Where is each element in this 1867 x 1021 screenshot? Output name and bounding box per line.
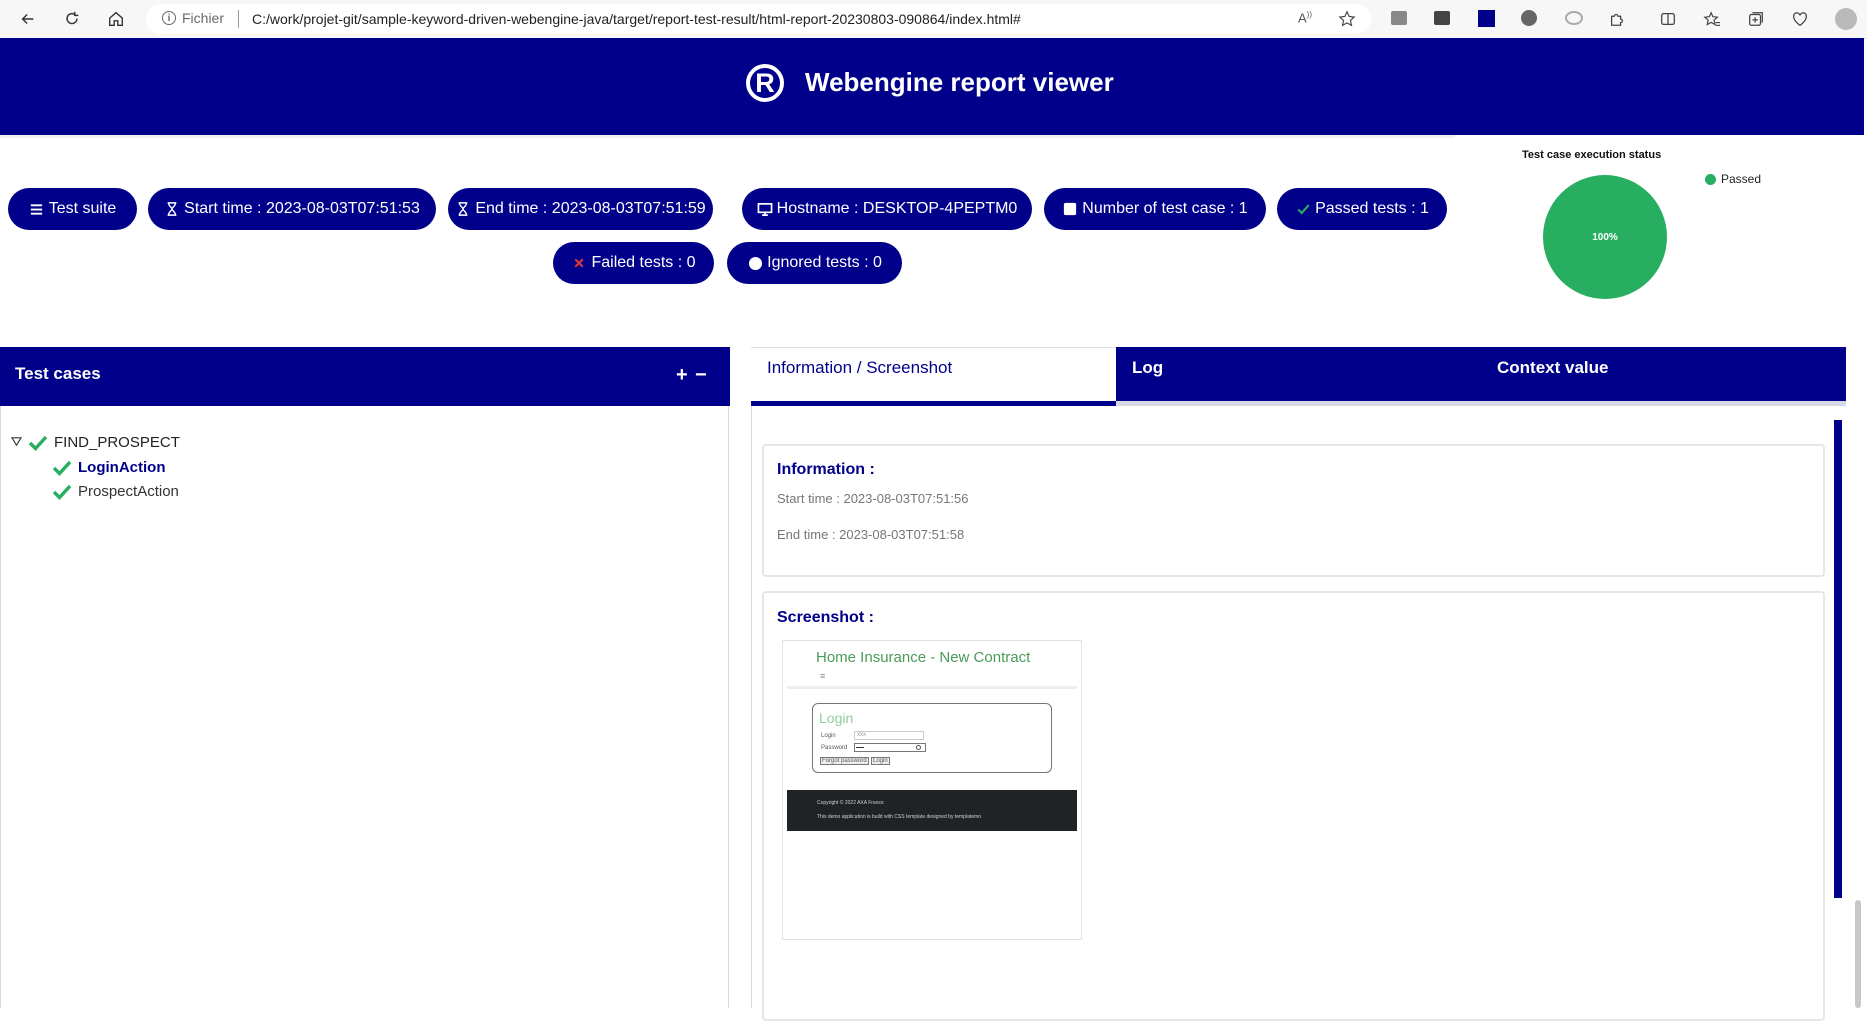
- hostname-badge: Hostname : DESKTOP-4PEPTM0: [742, 188, 1032, 230]
- profile-avatar[interactable]: [1835, 8, 1857, 30]
- thumb-footer-note: This demo application is build with CSS …: [817, 814, 981, 820]
- circle-icon: [747, 255, 763, 271]
- home-icon[interactable]: [103, 6, 129, 32]
- site-info[interactable]: i Fichier: [162, 10, 224, 26]
- expand-all-button[interactable]: +: [676, 364, 688, 387]
- thumb-footer-copyright: Copyright © 2022 AXA France: [817, 800, 884, 806]
- cross-icon: [571, 255, 587, 271]
- desktop-icon: [757, 201, 773, 217]
- menu-bars-icon: [29, 201, 45, 217]
- test-suite-button[interactable]: Test suite: [8, 188, 137, 230]
- extension-5-icon[interactable]: [1565, 11, 1583, 25]
- test-case-count-badge: Number of test case : 1: [1044, 188, 1266, 230]
- content-scrollbar[interactable]: [1834, 420, 1842, 898]
- chart-title: Test case execution status: [1522, 149, 1662, 161]
- security-label: Fichier: [182, 10, 225, 26]
- info-icon: i: [162, 11, 176, 25]
- failed-tests-label: Failed tests : 0: [591, 254, 696, 271]
- app-title: Webengine report viewer: [805, 67, 1114, 97]
- check-icon: [28, 435, 48, 451]
- thumb-password-label: Password: [821, 745, 848, 751]
- tree-node-label: LoginAction: [78, 459, 166, 476]
- screenshot-title: Screenshot :: [777, 609, 874, 626]
- thumb-login-title: Login: [819, 710, 854, 726]
- caret-down-icon[interactable]: [10, 434, 23, 451]
- test-suite-label: Test suite: [48, 200, 117, 217]
- thumb-password-cursor: [856, 747, 864, 748]
- thumb-footer: [787, 790, 1077, 831]
- favorite-star-icon[interactable]: [1338, 10, 1356, 28]
- passed-tests-label: Passed tests : 1: [1315, 200, 1429, 217]
- test-cases-header: [0, 347, 730, 406]
- collections-icon[interactable]: [1747, 10, 1765, 28]
- tree-node-prospect-action[interactable]: ProspectAction: [52, 483, 179, 500]
- square-icon: [1062, 201, 1078, 217]
- tree-node-label: ProspectAction: [78, 483, 179, 500]
- thumb-eye-icon: [916, 745, 921, 750]
- check-icon: [52, 484, 72, 500]
- tree-node-label: FIND_PROSPECT: [54, 434, 180, 451]
- thumb-menu-icon: ≡: [820, 671, 826, 681]
- hourglass-icon: [164, 201, 180, 217]
- start-time-badge: Start time : 2023-08-03T07:51:53: [148, 188, 436, 230]
- thumb-forgot-button: Forgot password: [820, 757, 869, 765]
- test-case-count-label: Number of test case : 1: [1082, 200, 1248, 217]
- check-icon: [1295, 201, 1311, 217]
- thumb-divider: [787, 686, 1077, 689]
- header-separator: [0, 135, 1455, 138]
- thumb-login-value: xxx: [857, 732, 866, 738]
- test-cases-title: Test cases: [15, 364, 101, 383]
- ignored-tests-badge: Ignored tests : 0: [727, 242, 902, 284]
- check-icon: [52, 460, 72, 476]
- tree-node-find-prospect[interactable]: FIND_PROSPECT: [10, 434, 180, 451]
- url-text[interactable]: C:/work/projet-git/sample-keyword-driven…: [252, 11, 1021, 27]
- tab-bar: [1116, 347, 1846, 401]
- extension-4-icon[interactable]: [1521, 10, 1537, 26]
- split-screen-icon[interactable]: [1659, 10, 1677, 28]
- information-title: Information :: [777, 461, 875, 478]
- info-end-time: End time : 2023-08-03T07:51:58: [777, 527, 965, 542]
- hostname-label: Hostname : DESKTOP-4PEPTM0: [776, 200, 1018, 217]
- favorites-icon[interactable]: [1703, 10, 1721, 28]
- performance-heart-icon[interactable]: [1791, 10, 1809, 28]
- page-scrollbar-thumb[interactable]: [1855, 900, 1861, 1008]
- registered-logo-icon: R: [746, 64, 784, 102]
- failed-tests-badge: Failed tests : 0: [553, 242, 714, 284]
- pie-data-label: 100%: [1592, 232, 1618, 243]
- address-divider: [238, 10, 239, 28]
- end-time-label: End time : 2023-08-03T07:51:59: [475, 200, 706, 217]
- passed-tests-badge: Passed tests : 1: [1277, 188, 1447, 230]
- read-aloud-icon[interactable]: A)): [1298, 10, 1312, 25]
- information-card: [762, 444, 1825, 577]
- legend-label-passed: Passed: [1721, 172, 1762, 186]
- execution-status-pie-chart: 100%: [1543, 175, 1667, 299]
- extension-2-icon[interactable]: [1434, 11, 1450, 25]
- start-time-label: Start time : 2023-08-03T07:51:53: [184, 200, 420, 217]
- chart-legend: Passed: [1705, 172, 1761, 186]
- ignored-tests-label: Ignored tests : 0: [767, 254, 882, 271]
- extensions-puzzle-icon[interactable]: [1608, 10, 1626, 28]
- tab-log[interactable]: Log: [1132, 358, 1163, 378]
- extension-1-icon[interactable]: [1391, 11, 1407, 25]
- tree-node-login-action[interactable]: LoginAction: [52, 459, 165, 476]
- thumb-login-label: Login: [821, 733, 836, 739]
- back-icon[interactable]: [15, 6, 41, 32]
- hourglass-end-icon: [455, 201, 471, 217]
- end-time-badge: End time : 2023-08-03T07:51:59: [448, 188, 713, 230]
- info-start-time: Start time : 2023-08-03T07:51:56: [777, 491, 969, 506]
- axa-extension-icon[interactable]: [1478, 10, 1495, 27]
- collapse-all-button[interactable]: −: [695, 364, 707, 387]
- tab-information-screenshot-label[interactable]: Information / Screenshot: [767, 358, 952, 378]
- tab-context-value[interactable]: Context value: [1497, 358, 1608, 378]
- thumb-login-button: Login: [871, 757, 890, 765]
- thumb-page-title: Home Insurance - New Contract: [816, 649, 1031, 666]
- legend-swatch-passed: [1705, 173, 1716, 185]
- refresh-icon[interactable]: [59, 6, 85, 32]
